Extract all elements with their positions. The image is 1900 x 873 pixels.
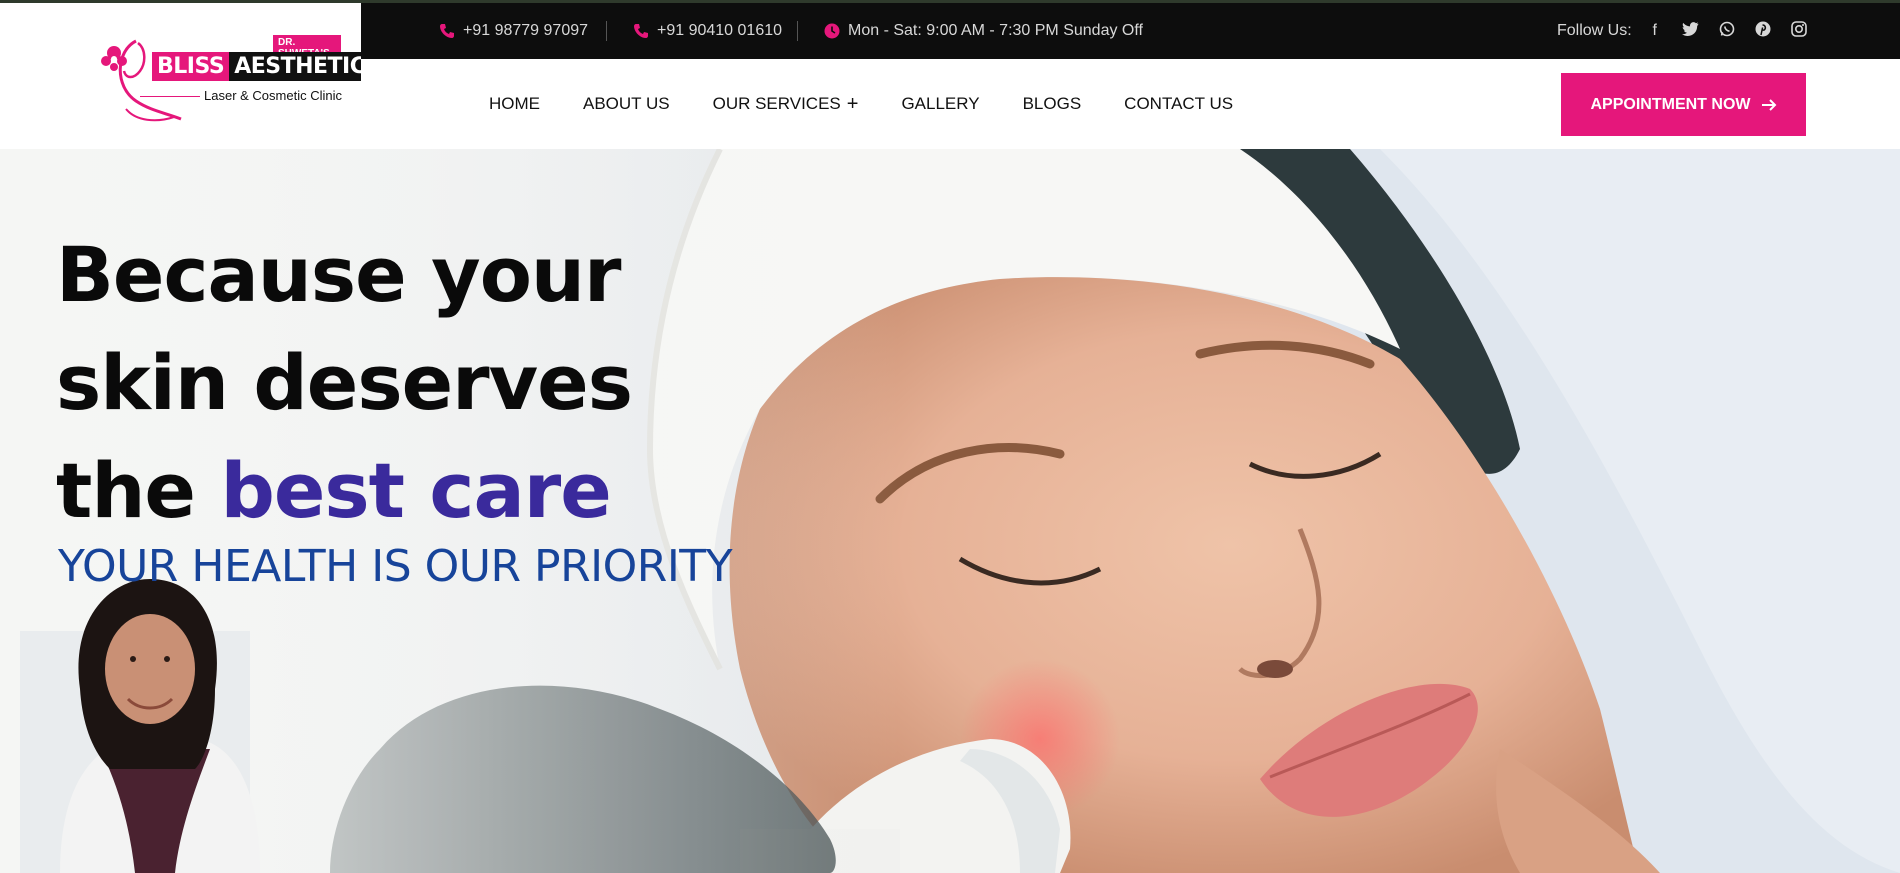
logo-brand-first: BLISS	[152, 52, 230, 81]
hero-line-3-accent: best care	[220, 446, 611, 535]
phone-2-number: +91 90410 01610	[657, 22, 783, 39]
phone-icon	[634, 24, 648, 38]
hero-line-2: skin deserves	[56, 338, 633, 427]
topbar-divider	[606, 21, 607, 41]
topbar-divider	[797, 21, 798, 41]
appointment-button-label: APPOINTMENT NOW	[1590, 95, 1751, 113]
logo-brand-second: AESTHETIC	[229, 52, 371, 81]
nav-blogs[interactable]: BLOGS	[1023, 94, 1082, 114]
logo-tagline: Laser & Cosmetic Clinic	[204, 88, 342, 103]
opening-hours-text: Mon - Sat: 9:00 AM - 7:30 PM Sunday Off	[848, 22, 1143, 39]
follow-us-label: Follow Us:	[1557, 22, 1632, 39]
top-info-bar: +91 98779 97097 +91 90410 01610 Mon - Sa…	[361, 3, 1900, 59]
nav-about[interactable]: ABOUT US	[583, 94, 670, 114]
arrow-right-icon	[1761, 98, 1776, 111]
nav-services-label: OUR SERVICES	[712, 94, 841, 113]
logo-divider	[140, 96, 200, 97]
logo-brand: BLISS AESTHETIC	[152, 52, 371, 81]
phone-1[interactable]: +91 98779 97097	[439, 3, 588, 59]
plus-icon: +	[846, 93, 859, 115]
whatsapp-icon[interactable]	[1718, 21, 1736, 42]
hero-line-3-plain: the	[56, 446, 221, 535]
main-navbar: HOME ABOUT US OUR SERVICES + GALLERY BLO…	[361, 59, 1900, 149]
nav-gallery[interactable]: GALLERY	[901, 94, 979, 114]
nav-services[interactable]: OUR SERVICES +	[713, 94, 859, 114]
hero-line-1: Because your	[56, 230, 621, 319]
pinterest-icon[interactable]	[1754, 21, 1772, 42]
phone-2[interactable]: +91 90410 01610	[633, 3, 782, 59]
logo-area[interactable]: DR. SHWETA'S BLISS AESTHETIC Laser & Cos…	[0, 3, 371, 149]
social-links: Follow Us: f	[1557, 3, 1808, 59]
clock-icon	[824, 23, 840, 39]
hero-subline: YOUR HEALTH IS OUR PRIORITY	[58, 541, 733, 592]
main-nav: HOME ABOUT US OUR SERVICES + GALLERY BLO…	[489, 59, 1233, 149]
instagram-icon[interactable]	[1790, 20, 1808, 42]
phone-1-number: +91 98779 97097	[463, 22, 589, 39]
twitter-icon[interactable]	[1682, 21, 1700, 41]
hero-banner: Because your skin deserves the best care…	[0, 149, 1900, 873]
opening-hours: Mon - Sat: 9:00 AM - 7:30 PM Sunday Off	[824, 3, 1143, 59]
nav-contact[interactable]: CONTACT US	[1124, 94, 1233, 114]
nav-home[interactable]: HOME	[489, 94, 540, 114]
phone-icon	[440, 24, 454, 38]
site-logo[interactable]: DR. SHWETA'S BLISS AESTHETIC Laser & Cos…	[96, 31, 371, 126]
facebook-icon[interactable]: f	[1646, 22, 1664, 40]
hero-headline: Because your skin deserves the best care	[56, 221, 633, 545]
appointment-button[interactable]: APPOINTMENT NOW	[1561, 73, 1806, 136]
